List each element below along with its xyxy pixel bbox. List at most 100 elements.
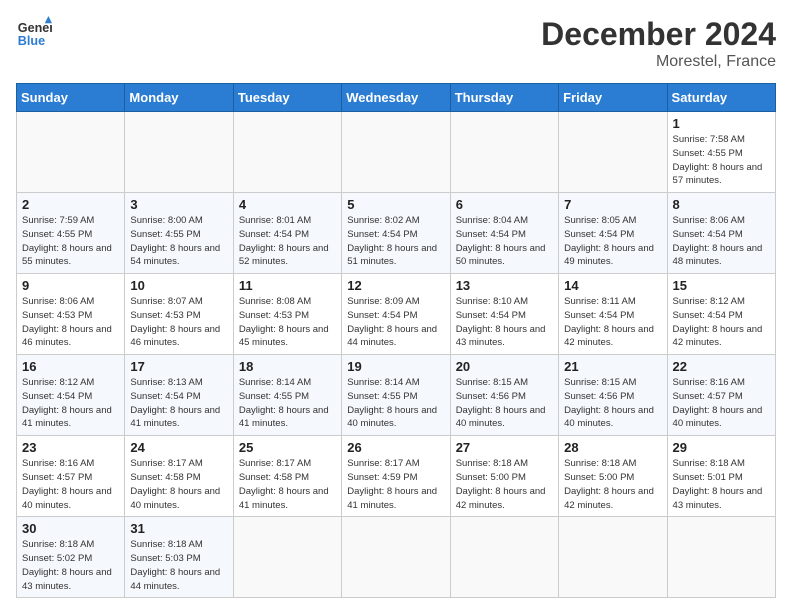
day-number: 20	[456, 359, 553, 374]
calendar-cell	[559, 112, 667, 193]
calendar-cell: 18 Sunrise: 8:14 AM Sunset: 4:55 PM Dayl…	[233, 355, 341, 436]
cell-content: Sunrise: 8:15 AM Sunset: 4:56 PM Dayligh…	[456, 376, 553, 431]
day-number: 18	[239, 359, 336, 374]
day-number: 11	[239, 278, 336, 293]
day-number: 30	[22, 521, 119, 536]
calendar-cell: 22 Sunrise: 8:16 AM Sunset: 4:57 PM Dayl…	[667, 355, 775, 436]
day-number: 24	[130, 440, 227, 455]
cell-content: Sunrise: 8:06 AM Sunset: 4:53 PM Dayligh…	[22, 295, 119, 350]
cell-content: Sunrise: 8:10 AM Sunset: 4:54 PM Dayligh…	[456, 295, 553, 350]
calendar-cell: 28 Sunrise: 8:18 AM Sunset: 5:00 PM Dayl…	[559, 436, 667, 517]
calendar-cell: 27 Sunrise: 8:18 AM Sunset: 5:00 PM Dayl…	[450, 436, 558, 517]
calendar-cell: 17 Sunrise: 8:13 AM Sunset: 4:54 PM Dayl…	[125, 355, 233, 436]
day-number: 27	[456, 440, 553, 455]
calendar-body: 1 Sunrise: 7:58 AM Sunset: 4:55 PM Dayli…	[17, 112, 776, 598]
day-number: 13	[456, 278, 553, 293]
calendar-cell: 29 Sunrise: 8:18 AM Sunset: 5:01 PM Dayl…	[667, 436, 775, 517]
day-number: 19	[347, 359, 444, 374]
calendar-cell: 19 Sunrise: 8:14 AM Sunset: 4:55 PM Dayl…	[342, 355, 450, 436]
calendar-cell: 30 Sunrise: 8:18 AM Sunset: 5:02 PM Dayl…	[17, 517, 125, 598]
day-number: 10	[130, 278, 227, 293]
calendar-cell: 24 Sunrise: 8:17 AM Sunset: 4:58 PM Dayl…	[125, 436, 233, 517]
cell-content: Sunrise: 8:18 AM Sunset: 5:01 PM Dayligh…	[673, 457, 770, 512]
cell-content: Sunrise: 8:18 AM Sunset: 5:02 PM Dayligh…	[22, 538, 119, 593]
day-header-thursday: Thursday	[450, 84, 558, 112]
day-number: 12	[347, 278, 444, 293]
cell-content: Sunrise: 7:59 AM Sunset: 4:55 PM Dayligh…	[22, 214, 119, 269]
day-number: 3	[130, 197, 227, 212]
day-number: 17	[130, 359, 227, 374]
calendar-cell: 9 Sunrise: 8:06 AM Sunset: 4:53 PM Dayli…	[17, 274, 125, 355]
day-number: 4	[239, 197, 336, 212]
calendar-cell	[450, 517, 558, 598]
calendar-header-row: SundayMondayTuesdayWednesdayThursdayFrid…	[17, 84, 776, 112]
cell-content: Sunrise: 8:02 AM Sunset: 4:54 PM Dayligh…	[347, 214, 444, 269]
calendar-cell: 13 Sunrise: 8:10 AM Sunset: 4:54 PM Dayl…	[450, 274, 558, 355]
cell-content: Sunrise: 8:12 AM Sunset: 4:54 PM Dayligh…	[673, 295, 770, 350]
cell-content: Sunrise: 8:18 AM Sunset: 5:00 PM Dayligh…	[456, 457, 553, 512]
cell-content: Sunrise: 8:01 AM Sunset: 4:54 PM Dayligh…	[239, 214, 336, 269]
day-number: 21	[564, 359, 661, 374]
day-header-friday: Friday	[559, 84, 667, 112]
calendar-cell: 20 Sunrise: 8:15 AM Sunset: 4:56 PM Dayl…	[450, 355, 558, 436]
day-header-saturday: Saturday	[667, 84, 775, 112]
cell-content: Sunrise: 8:17 AM Sunset: 4:58 PM Dayligh…	[239, 457, 336, 512]
day-number: 7	[564, 197, 661, 212]
calendar-cell: 12 Sunrise: 8:09 AM Sunset: 4:54 PM Dayl…	[342, 274, 450, 355]
calendar-cell: 4 Sunrise: 8:01 AM Sunset: 4:54 PM Dayli…	[233, 193, 341, 274]
cell-content: Sunrise: 8:13 AM Sunset: 4:54 PM Dayligh…	[130, 376, 227, 431]
calendar-cell: 31 Sunrise: 8:18 AM Sunset: 5:03 PM Dayl…	[125, 517, 233, 598]
day-number: 25	[239, 440, 336, 455]
cell-content: Sunrise: 8:18 AM Sunset: 5:03 PM Dayligh…	[130, 538, 227, 593]
calendar-cell	[559, 517, 667, 598]
cell-content: Sunrise: 8:05 AM Sunset: 4:54 PM Dayligh…	[564, 214, 661, 269]
day-number: 2	[22, 197, 119, 212]
day-number: 16	[22, 359, 119, 374]
logo: General Blue	[16, 16, 52, 52]
calendar-cell: 5 Sunrise: 8:02 AM Sunset: 4:54 PM Dayli…	[342, 193, 450, 274]
month-title: December 2024	[541, 16, 776, 53]
calendar-week-1: 2 Sunrise: 7:59 AM Sunset: 4:55 PM Dayli…	[17, 193, 776, 274]
calendar-week-4: 23 Sunrise: 8:16 AM Sunset: 4:57 PM Dayl…	[17, 436, 776, 517]
calendar-week-5: 30 Sunrise: 8:18 AM Sunset: 5:02 PM Dayl…	[17, 517, 776, 598]
calendar-cell: 8 Sunrise: 8:06 AM Sunset: 4:54 PM Dayli…	[667, 193, 775, 274]
cell-content: Sunrise: 8:12 AM Sunset: 4:54 PM Dayligh…	[22, 376, 119, 431]
svg-text:Blue: Blue	[18, 34, 45, 48]
cell-content: Sunrise: 8:09 AM Sunset: 4:54 PM Dayligh…	[347, 295, 444, 350]
calendar-cell	[667, 517, 775, 598]
day-header-sunday: Sunday	[17, 84, 125, 112]
cell-content: Sunrise: 8:16 AM Sunset: 4:57 PM Dayligh…	[22, 457, 119, 512]
calendar-week-3: 16 Sunrise: 8:12 AM Sunset: 4:54 PM Dayl…	[17, 355, 776, 436]
calendar-cell	[342, 517, 450, 598]
cell-content: Sunrise: 8:08 AM Sunset: 4:53 PM Dayligh…	[239, 295, 336, 350]
cell-content: Sunrise: 8:00 AM Sunset: 4:55 PM Dayligh…	[130, 214, 227, 269]
day-number: 9	[22, 278, 119, 293]
cell-content: Sunrise: 8:18 AM Sunset: 5:00 PM Dayligh…	[564, 457, 661, 512]
cell-content: Sunrise: 8:11 AM Sunset: 4:54 PM Dayligh…	[564, 295, 661, 350]
calendar-cell: 25 Sunrise: 8:17 AM Sunset: 4:58 PM Dayl…	[233, 436, 341, 517]
cell-content: Sunrise: 8:14 AM Sunset: 4:55 PM Dayligh…	[239, 376, 336, 431]
cell-content: Sunrise: 8:07 AM Sunset: 4:53 PM Dayligh…	[130, 295, 227, 350]
calendar-cell: 2 Sunrise: 7:59 AM Sunset: 4:55 PM Dayli…	[17, 193, 125, 274]
cell-content: Sunrise: 8:15 AM Sunset: 4:56 PM Dayligh…	[564, 376, 661, 431]
calendar-cell	[233, 517, 341, 598]
cell-content: Sunrise: 8:17 AM Sunset: 4:59 PM Dayligh…	[347, 457, 444, 512]
calendar-cell: 3 Sunrise: 8:00 AM Sunset: 4:55 PM Dayli…	[125, 193, 233, 274]
calendar-cell: 11 Sunrise: 8:08 AM Sunset: 4:53 PM Dayl…	[233, 274, 341, 355]
cell-content: Sunrise: 7:58 AM Sunset: 4:55 PM Dayligh…	[673, 133, 770, 188]
cell-content: Sunrise: 8:16 AM Sunset: 4:57 PM Dayligh…	[673, 376, 770, 431]
day-number: 22	[673, 359, 770, 374]
day-header-wednesday: Wednesday	[342, 84, 450, 112]
calendar-cell: 10 Sunrise: 8:07 AM Sunset: 4:53 PM Dayl…	[125, 274, 233, 355]
day-number: 15	[673, 278, 770, 293]
calendar-cell: 15 Sunrise: 8:12 AM Sunset: 4:54 PM Dayl…	[667, 274, 775, 355]
day-number: 1	[673, 116, 770, 131]
calendar-cell	[450, 112, 558, 193]
calendar-cell: 7 Sunrise: 8:05 AM Sunset: 4:54 PM Dayli…	[559, 193, 667, 274]
calendar-table: SundayMondayTuesdayWednesdayThursdayFrid…	[16, 83, 776, 598]
cell-content: Sunrise: 8:06 AM Sunset: 4:54 PM Dayligh…	[673, 214, 770, 269]
location-title: Morestel, France	[541, 53, 776, 71]
calendar-cell	[17, 112, 125, 193]
cell-content: Sunrise: 8:14 AM Sunset: 4:55 PM Dayligh…	[347, 376, 444, 431]
day-number: 8	[673, 197, 770, 212]
